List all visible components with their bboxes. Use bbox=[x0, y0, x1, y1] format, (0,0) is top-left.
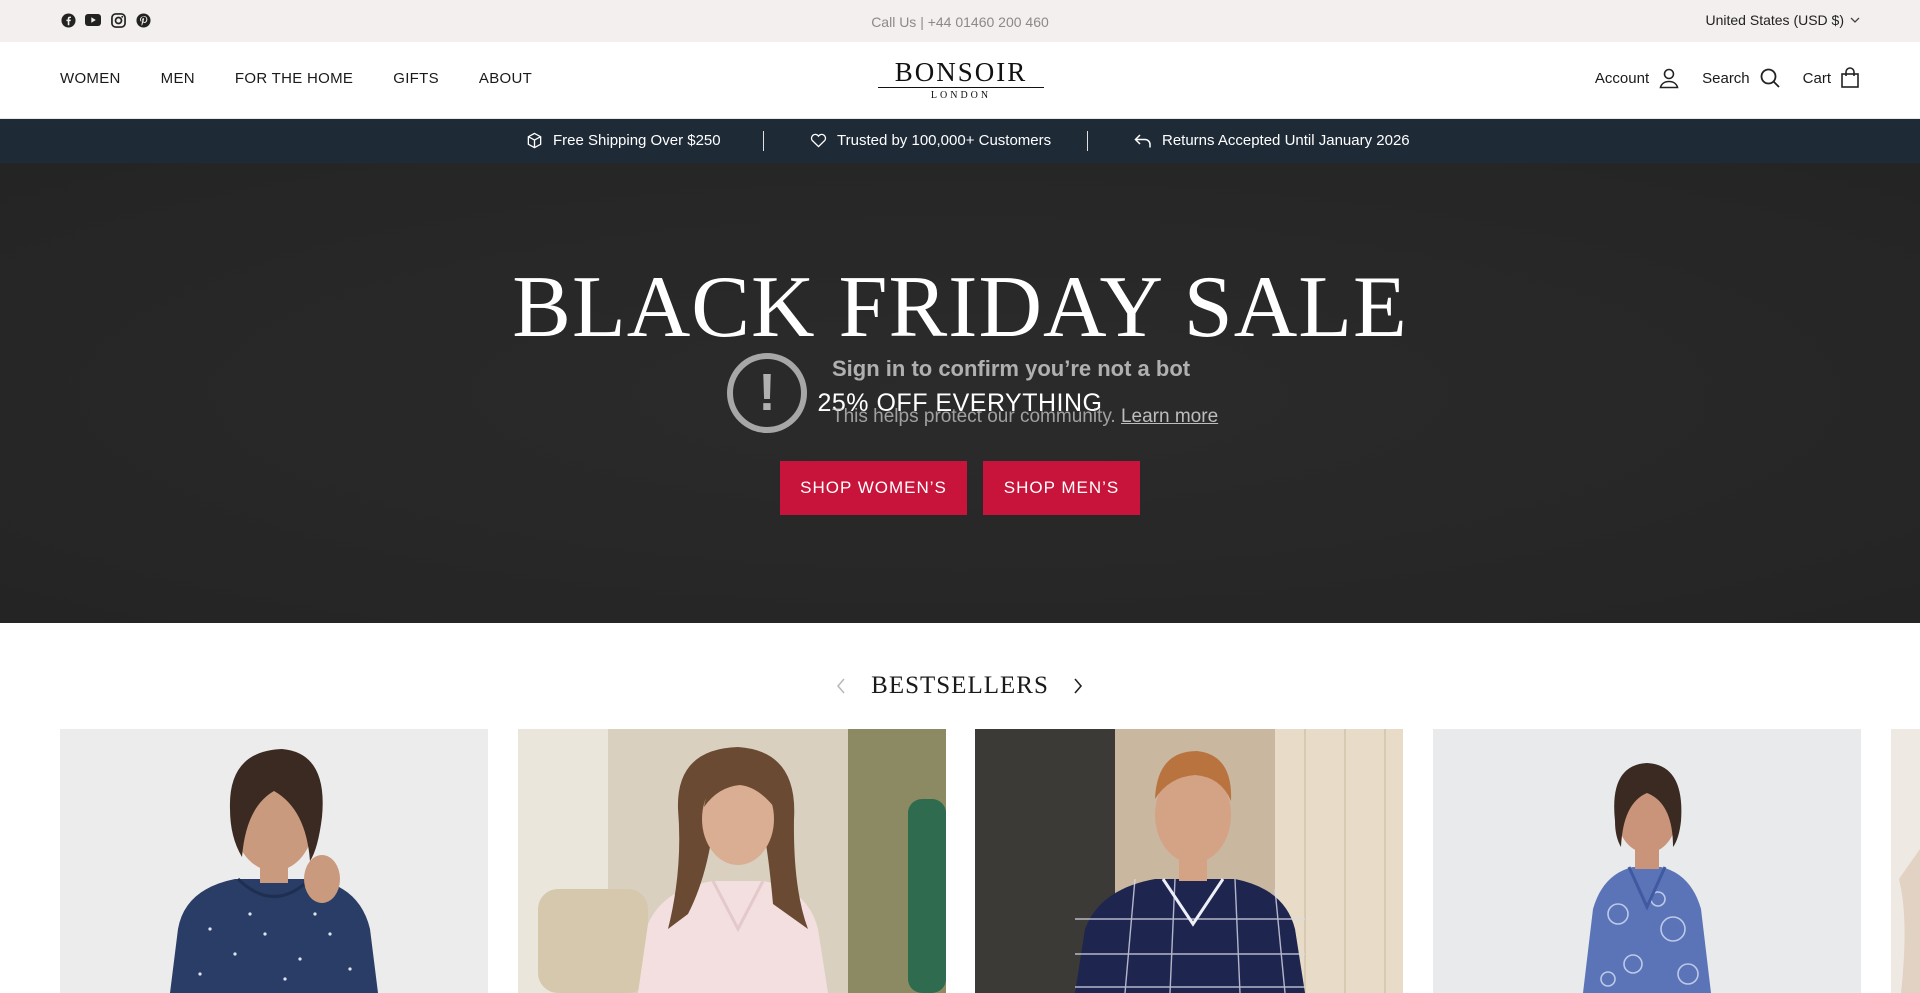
site-logo[interactable]: BONSOIR LONDON bbox=[878, 58, 1044, 101]
heart-icon bbox=[810, 133, 827, 148]
shop-womens-button[interactable]: SHOP WOMEN’S bbox=[780, 461, 967, 515]
hero-banner: BLACK FRIDAY SALE 25% OFF EVERYTHING ! S… bbox=[0, 163, 1920, 623]
shop-mens-button[interactable]: SHOP MEN’S bbox=[983, 461, 1140, 515]
account-link[interactable]: Account bbox=[1595, 67, 1680, 89]
utility-bar: Call Us | +44 01460 200 460 United State… bbox=[0, 0, 1920, 42]
call-us-text: Call Us | +44 01460 200 460 bbox=[871, 14, 1049, 30]
nav-about[interactable]: ABOUT bbox=[479, 70, 532, 87]
package-icon bbox=[527, 132, 542, 149]
account-label: Account bbox=[1594, 69, 1650, 87]
search-label: Search bbox=[1702, 69, 1750, 87]
bestsellers-title: BESTSELLERS bbox=[871, 672, 1049, 699]
product-card[interactable] bbox=[60, 729, 488, 993]
search-link[interactable]: Search bbox=[1702, 67, 1781, 89]
logo-rule bbox=[878, 87, 1044, 88]
cart-label: Cart bbox=[1802, 69, 1831, 87]
bot-check-text: This helps protect our community. Learn … bbox=[832, 406, 1218, 428]
logo-main-text: BONSOIR bbox=[894, 57, 1028, 87]
country-selector-label: United States (USD $) bbox=[1705, 12, 1845, 28]
announcement-divider bbox=[1087, 131, 1088, 151]
learn-more-link[interactable]: Learn more bbox=[1121, 406, 1218, 427]
announcement-shipping: Free Shipping Over $250 bbox=[526, 132, 721, 149]
search-icon bbox=[1760, 68, 1780, 88]
carousel-next-button[interactable] bbox=[1068, 676, 1088, 696]
nav-women[interactable]: WOMEN bbox=[60, 70, 121, 87]
shopping-bag-icon bbox=[1841, 67, 1859, 88]
nav-for-the-home[interactable]: FOR THE HOME bbox=[235, 70, 353, 87]
user-icon bbox=[1659, 68, 1679, 89]
site-header: WOMEN MEN FOR THE HOME GIFTS ABOUT BONSO… bbox=[0, 42, 1920, 119]
product-image bbox=[975, 729, 1403, 993]
country-selector[interactable]: United States (USD $) bbox=[1706, 12, 1861, 28]
main-nav: WOMEN MEN FOR THE HOME GIFTS ABOUT bbox=[60, 70, 532, 87]
announcement-returns: Returns Accepted Until January 2026 bbox=[1134, 132, 1410, 149]
return-arrow-icon bbox=[1134, 133, 1151, 147]
product-image bbox=[60, 729, 488, 993]
chevron-right-icon bbox=[1074, 678, 1083, 694]
product-image bbox=[1433, 729, 1861, 993]
logo-sub-text: LONDON bbox=[930, 90, 992, 101]
announcement-returns-text: Returns Accepted Until January 2026 bbox=[1162, 132, 1410, 149]
announcement-trusted: Trusted by 100,000+ Customers bbox=[810, 132, 1051, 149]
product-card[interactable] bbox=[1433, 729, 1861, 993]
product-image bbox=[518, 729, 946, 993]
bot-check-title: Sign in to confirm you’re not a bot bbox=[832, 356, 1191, 381]
cart-link[interactable]: Cart bbox=[1803, 67, 1860, 89]
announcement-shipping-text: Free Shipping Over $250 bbox=[553, 132, 721, 149]
hero-title: BLACK FRIDAY SALE bbox=[512, 259, 1408, 356]
product-card[interactable] bbox=[518, 729, 946, 993]
announcement-bar: Free Shipping Over $250 Trusted by 100,0… bbox=[0, 119, 1920, 163]
product-card[interactable] bbox=[1891, 729, 1920, 993]
bestsellers-header: BESTSELLERS bbox=[0, 672, 1920, 702]
product-image bbox=[1891, 729, 1920, 993]
header-actions: Account Search Cart bbox=[1595, 67, 1860, 89]
alert-icon: ! bbox=[727, 353, 807, 433]
product-card[interactable] bbox=[975, 729, 1403, 993]
announcement-trusted-text: Trusted by 100,000+ Customers bbox=[837, 132, 1052, 149]
chevron-down-icon bbox=[1850, 17, 1860, 23]
nav-men[interactable]: MEN bbox=[161, 70, 195, 87]
announcement-divider bbox=[763, 131, 764, 151]
bot-check-message: This helps protect our community. bbox=[832, 406, 1116, 427]
product-carousel bbox=[0, 729, 1920, 993]
nav-gifts[interactable]: GIFTS bbox=[393, 70, 439, 87]
